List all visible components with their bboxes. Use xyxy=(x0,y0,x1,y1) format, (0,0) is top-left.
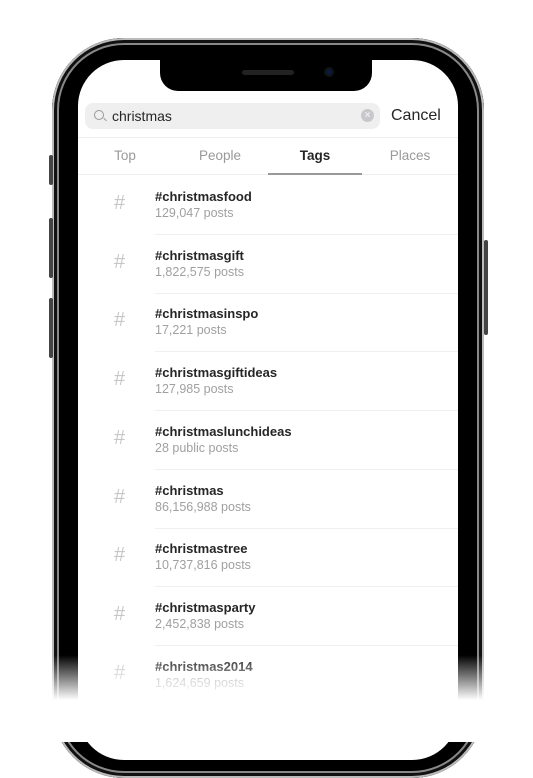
active-tab-indicator xyxy=(268,173,362,175)
volume-up-button xyxy=(49,218,53,278)
tab-people[interactable]: People xyxy=(173,148,267,163)
hashtag-icon: # xyxy=(114,426,126,449)
power-button xyxy=(484,240,488,335)
volume-down-button xyxy=(49,298,53,358)
tag-name: #christmaslunchideas xyxy=(155,423,292,439)
tag-result-row[interactable]: # #christmasgiftideas 127,985 posts xyxy=(78,352,458,412)
post-count: 17,221 posts xyxy=(155,323,227,338)
hashtag-icon: # xyxy=(114,250,126,273)
post-count: 86,156,988 posts xyxy=(155,499,251,514)
mute-switch xyxy=(49,155,53,185)
search-input[interactable]: christmas × xyxy=(85,103,380,129)
hashtag-icon: # xyxy=(114,544,126,567)
hashtag-icon: # xyxy=(114,309,126,332)
speaker xyxy=(242,70,294,75)
divider xyxy=(78,137,458,138)
post-count: 129,047 posts xyxy=(155,206,234,220)
post-count: 1,822,575 posts xyxy=(155,264,244,279)
tag-result-row[interactable]: # #christmasfood 129,047 posts xyxy=(78,176,458,235)
camera xyxy=(324,67,334,77)
tab-tags[interactable]: Tags xyxy=(268,148,362,163)
tab-places[interactable]: Places xyxy=(363,148,457,163)
tag-result-row[interactable]: # #christmasgift 1,822,575 posts xyxy=(78,235,458,294)
tag-result-row[interactable]: # #christmastree 10,737,816 posts xyxy=(78,528,458,588)
tag-name: #christmasfood xyxy=(155,189,252,204)
hashtag-icon: # xyxy=(114,602,126,625)
post-count: 28 public posts xyxy=(155,440,239,455)
hashtag-icon: # xyxy=(114,485,126,508)
post-count: 2,452,838 posts xyxy=(155,616,244,631)
bottom-fade xyxy=(0,655,533,742)
tab-top[interactable]: Top xyxy=(78,148,172,163)
tag-name: #christmasinspo xyxy=(155,306,259,322)
tag-name: #christmas xyxy=(155,482,224,498)
post-count: 127,985 posts xyxy=(155,382,234,397)
tag-result-row[interactable]: # #christmasparty 2,452,838 posts xyxy=(78,587,458,646)
tag-result-row[interactable]: # #christmasinspo 17,221 posts xyxy=(78,293,458,353)
post-count: 10,737,816 posts xyxy=(155,558,251,573)
clear-icon[interactable]: × xyxy=(361,109,374,122)
hashtag-icon: # xyxy=(114,368,126,391)
tag-result-row[interactable]: # #christmaslunchideas 28 public posts xyxy=(78,411,458,470)
tag-name: #christmasparty xyxy=(155,599,256,615)
search-query[interactable]: christmas xyxy=(112,108,172,124)
tag-name: #christmastree xyxy=(155,541,248,557)
cancel-button[interactable]: Cancel xyxy=(391,107,441,125)
hashtag-icon: # xyxy=(114,192,126,214)
tag-name: #christmasgiftideas xyxy=(155,365,278,381)
tag-result-row[interactable]: # #christmas 86,156,988 posts xyxy=(78,470,458,529)
tag-name: #christmasgift xyxy=(155,247,244,263)
notch xyxy=(160,60,372,91)
search-icon xyxy=(94,110,104,120)
